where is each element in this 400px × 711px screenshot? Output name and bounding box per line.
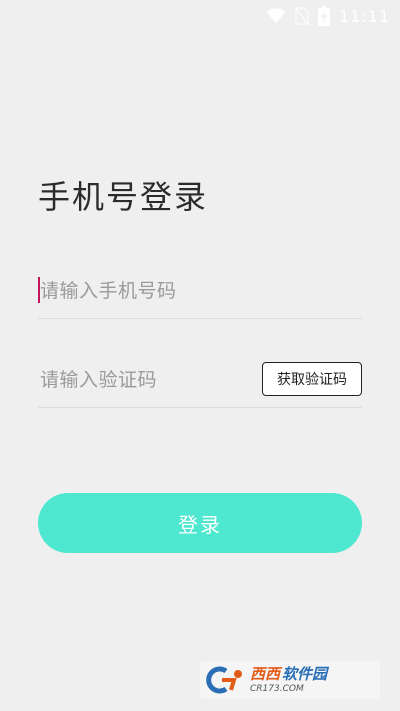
watermark-name-a: 西西 — [250, 664, 281, 683]
cr173-logo-icon — [206, 666, 242, 694]
wifi-icon — [266, 8, 286, 23]
no-sim-icon — [294, 7, 309, 25]
phone-input[interactable] — [38, 263, 248, 319]
login-button[interactable]: 登录 — [38, 493, 362, 553]
clock: 11:11 — [338, 6, 390, 26]
code-field[interactable]: 获取验证码 — [38, 352, 362, 408]
battery-charging-icon — [317, 6, 330, 26]
watermark-name: 西西 软件园 — [250, 664, 328, 683]
verification-code-input[interactable] — [38, 352, 248, 408]
page-title: 手机号登录 — [38, 178, 209, 216]
get-code-button[interactable]: 获取验证码 — [262, 362, 362, 396]
watermark-url: CR173.COM — [250, 683, 304, 694]
phone-field[interactable] — [38, 263, 362, 319]
watermark-name-b: 软件园 — [282, 664, 328, 683]
status-bar: 11:11 — [0, 0, 400, 32]
watermark-logo: 西西 软件园 CR173.COM — [200, 661, 380, 699]
